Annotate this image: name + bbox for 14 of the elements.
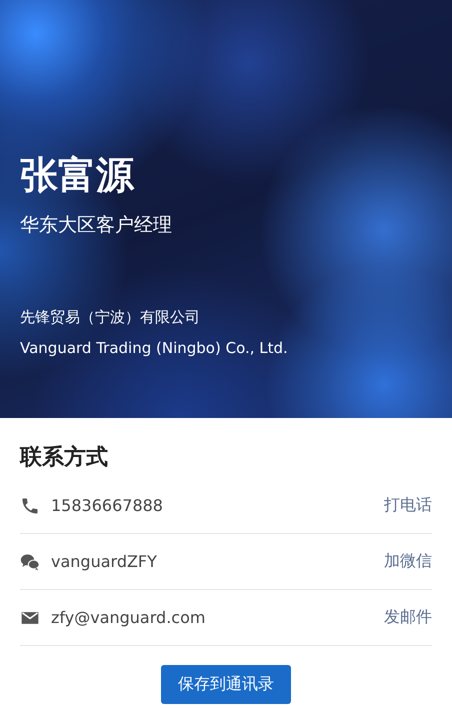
contact-value: 15836667888 [51, 496, 164, 515]
section-heading: 联系方式 [20, 444, 109, 472]
contact-action-link[interactable]: 打电话 [384, 495, 432, 516]
phone-icon [20, 496, 40, 516]
company-name: 先锋贸易（宁波）有限公司 [20, 308, 201, 327]
person-name: 张富源 [20, 152, 136, 199]
save-contact-button[interactable]: 保存到通讯录 [161, 665, 291, 704]
company-name-english: Vanguard Trading (Ningbo) Co., Ltd. [20, 339, 289, 357]
chat-bubbles-icon [20, 552, 40, 572]
job-title: 华东大区客户经理 [20, 213, 173, 238]
contact-value: zfy@vanguard.com [51, 608, 206, 627]
contact-value: vanguardZFY [51, 552, 158, 571]
contact-action-link[interactable]: 发邮件 [384, 607, 432, 628]
contact-action-link[interactable]: 加微信 [384, 551, 432, 572]
